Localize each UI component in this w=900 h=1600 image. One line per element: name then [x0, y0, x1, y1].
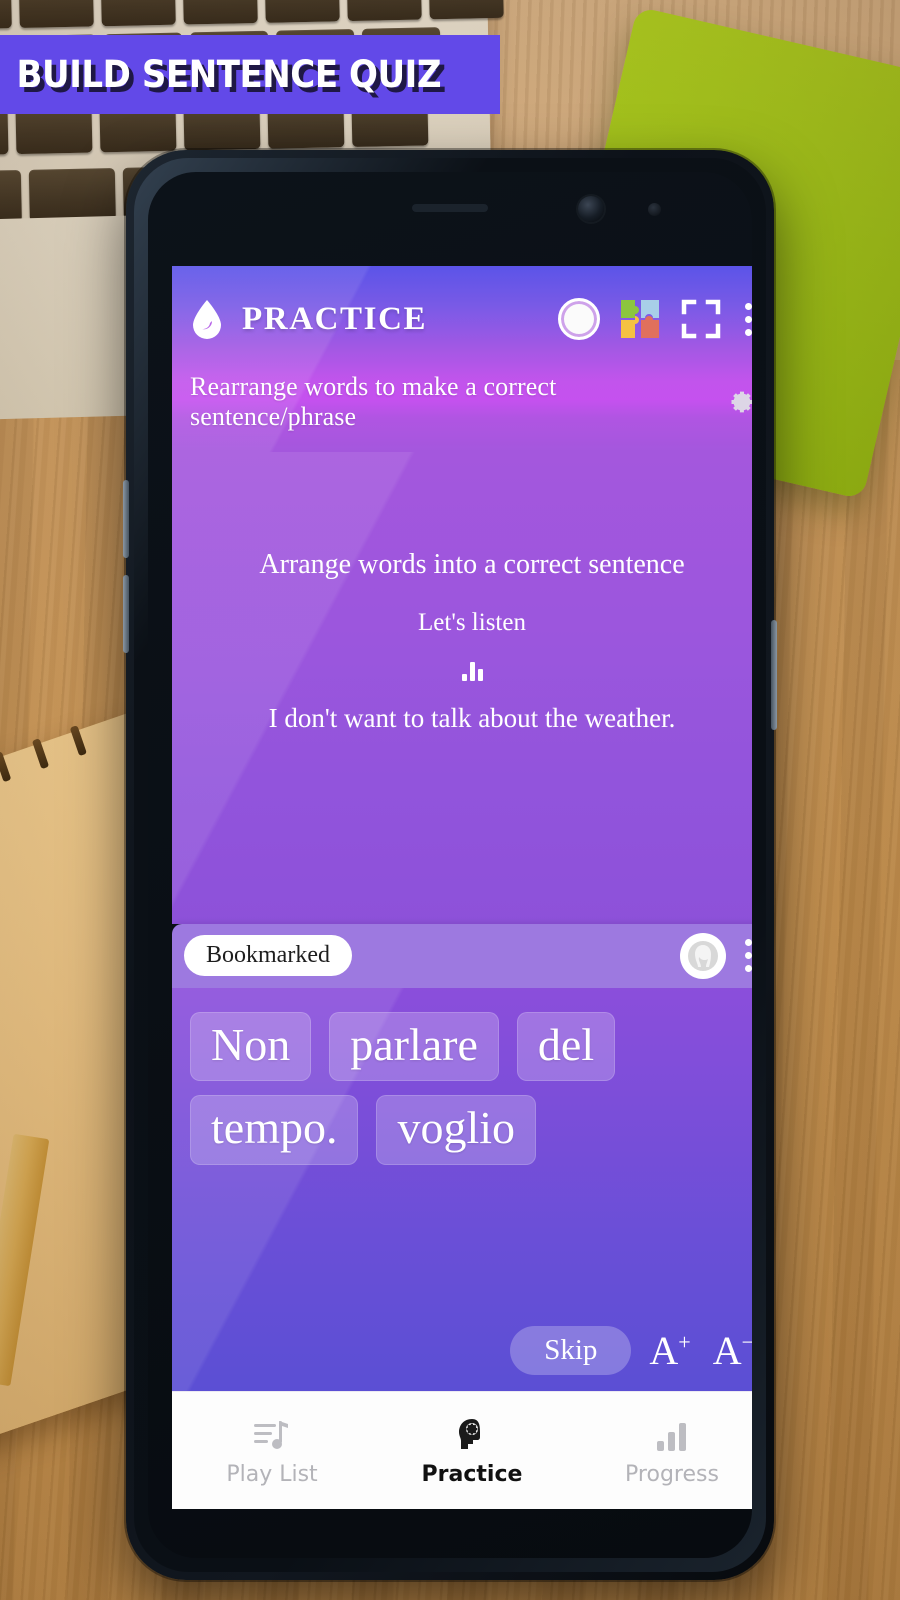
font-increase-letter: A	[649, 1327, 679, 1373]
overflow-menu-icon[interactable]	[740, 935, 752, 976]
nav-item-practice[interactable]: Practice	[372, 1415, 572, 1487]
volume-down-button[interactable]	[123, 575, 129, 653]
question-instruction: Arrange words into a correct sentence	[259, 549, 685, 581]
app-bar: PRACTICE	[172, 266, 752, 372]
equalizer-icon[interactable]	[461, 659, 483, 682]
app-bar-actions	[558, 297, 752, 341]
volume-up-button[interactable]	[123, 480, 129, 558]
puzzle-icon[interactable]	[618, 297, 662, 341]
bar-chart-icon	[654, 1415, 690, 1453]
front-camera-icon	[578, 196, 604, 222]
head-gear-icon	[454, 1415, 490, 1453]
bookmarked-pill[interactable]: Bookmarked	[184, 935, 352, 976]
font-decrease-button[interactable]: A−	[709, 1327, 752, 1373]
font-decrease-letter: A	[712, 1327, 742, 1373]
word-tile[interactable]: tempo.	[190, 1095, 359, 1165]
question-sheen	[172, 452, 752, 924]
proximity-sensor-icon	[648, 203, 661, 216]
power-button[interactable]	[771, 620, 777, 730]
listen-prompt: Let's listen	[418, 609, 526, 637]
overflow-menu-icon[interactable]	[740, 299, 752, 340]
gear-icon[interactable]	[726, 387, 752, 417]
promo-banner-text: BUILD SENTENCE QUIZ	[16, 53, 442, 96]
font-decrease-sign: −	[741, 1329, 752, 1355]
subtitle-row: Rearrange words to make a correct senten…	[172, 372, 752, 452]
question-area: Arrange words into a correct sentence Le…	[172, 452, 752, 924]
phone-screen-glass: PRACTICE Rearrange words to make a corre…	[148, 172, 752, 1558]
skip-button[interactable]: Skip	[510, 1326, 632, 1375]
bottom-controls: Skip A+ A−	[190, 1326, 752, 1391]
earpiece-speaker	[412, 204, 488, 212]
nav-item-progress[interactable]: Progress	[572, 1415, 752, 1487]
word-tile[interactable]: parlare	[329, 1011, 499, 1082]
word-tile[interactable]: voglio	[376, 1095, 537, 1165]
app-header-region: PRACTICE Rearrange words to make a corre…	[172, 266, 752, 452]
app-screen: PRACTICE Rearrange words to make a corre…	[172, 266, 752, 1509]
nav-label-practice: Practice	[421, 1461, 523, 1487]
word-tile[interactable]: Non	[190, 1011, 312, 1082]
word-tile[interactable]: del	[516, 1011, 616, 1082]
water-drop-icon	[193, 300, 221, 339]
fullscreen-icon[interactable]	[680, 298, 722, 340]
person-avatar-icon[interactable]	[680, 932, 726, 979]
target-sentence: I don't want to talk about the weather.	[268, 703, 676, 734]
nav-label-play-list: Play List	[226, 1461, 318, 1487]
phone-bezel: PRACTICE Rearrange words to make a corre…	[134, 158, 766, 1572]
record-circle-icon[interactable]	[558, 298, 600, 340]
app-subtitle: Rearrange words to make a correct senten…	[190, 372, 557, 431]
app-title: PRACTICE	[242, 300, 428, 337]
bookmark-bar: Bookmarked	[172, 923, 752, 988]
bottom-navigation: Play List Practice Progress	[172, 1391, 752, 1509]
promo-banner: BUILD SENTENCE QUIZ	[0, 35, 500, 114]
word-tiles-area: Non parlare del tempo. voglio Skip A+ A−	[172, 987, 752, 1391]
phone-mockup: PRACTICE Rearrange words to make a corre…	[123, 150, 777, 1580]
font-increase-sign: +	[678, 1329, 691, 1355]
nav-label-progress: Progress	[625, 1461, 719, 1487]
font-increase-button[interactable]: A+	[645, 1327, 694, 1373]
bookmark-bar-actions	[680, 932, 752, 979]
nav-item-play-list[interactable]: Play List	[172, 1415, 372, 1487]
music-playlist-icon	[252, 1415, 292, 1453]
word-tiles-list: Non parlare del tempo. voglio	[190, 1011, 752, 1165]
